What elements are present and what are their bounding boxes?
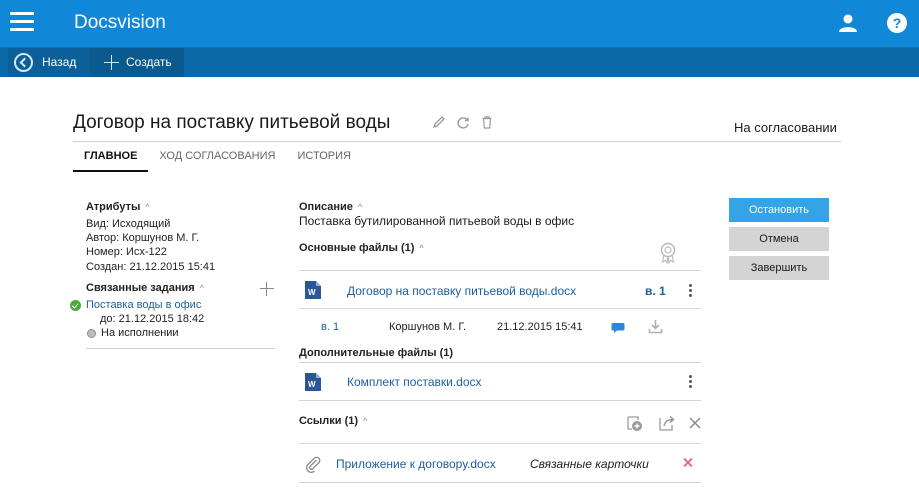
word-file-icon: W [305, 373, 321, 391]
task-link[interactable]: Поставка воды в офис [86, 299, 201, 311]
plus-icon [104, 55, 119, 70]
word-file-icon: W [305, 281, 321, 299]
tab-approval-progress[interactable]: Ход согласования [148, 142, 286, 172]
svg-text:W: W [308, 288, 316, 297]
chevron-up-icon[interactable]: ^ [363, 416, 367, 426]
tab-bar: Главное Ход согласования История [73, 142, 362, 172]
description-heading-label: Описание [299, 201, 353, 213]
status-badge: На согласовании [734, 120, 837, 135]
version-link[interactable]: в. 1 [321, 321, 339, 333]
left-divider [86, 348, 275, 349]
delete-icon[interactable] [480, 115, 494, 129]
links-heading-label: Ссылки (1) [299, 415, 359, 427]
user-icon[interactable] [838, 13, 858, 33]
add-task-icon[interactable] [260, 282, 274, 296]
attributes-list: Вид: Исходящий Автор: Коршунов М. Г. Ном… [86, 217, 215, 274]
divider [299, 362, 701, 363]
chevron-up-icon[interactable]: ^ [419, 243, 423, 253]
stop-button[interactable]: Остановить [729, 198, 829, 222]
more-vert-icon[interactable] [687, 375, 693, 391]
close-icon[interactable] [686, 414, 704, 432]
finish-button[interactable]: Завершить [729, 256, 829, 280]
additional-files-heading: Дополнительные файлы (1) [299, 347, 454, 359]
remove-link-icon[interactable] [683, 458, 693, 468]
divider [299, 443, 701, 444]
attribute-number: Номер: Исх-122 [86, 246, 167, 259]
add-link-icon[interactable] [625, 414, 643, 432]
divider [299, 482, 701, 483]
sign-icon[interactable] [659, 242, 677, 264]
main-file-link[interactable]: Договор на поставку питьевой воды.docx [347, 284, 576, 298]
title-actions [432, 115, 494, 129]
app-title[interactable]: Docsvision [74, 12, 166, 34]
divider [299, 400, 701, 401]
attributes-heading[interactable]: Атрибуты ^ [86, 201, 150, 213]
description-heading[interactable]: Описание ^ [299, 201, 362, 213]
version-date: 21.12.2015 15:41 [497, 321, 583, 333]
related-tasks-heading[interactable]: Связанные задания ^ [86, 282, 204, 294]
svg-text:W: W [308, 380, 316, 389]
version-author: Коршунов М. Г. [389, 321, 467, 333]
refresh-icon[interactable] [456, 115, 470, 129]
toolbar: Назад Создать [0, 48, 919, 77]
chevron-up-icon[interactable]: ^ [200, 283, 204, 293]
download-icon[interactable] [648, 319, 663, 334]
attribute-kind: Вид: Исходящий [86, 218, 171, 230]
share-icon[interactable] [658, 414, 676, 432]
attribute-created: Создан: 21.12.2015 15:41 [86, 260, 216, 273]
main-file-version[interactable]: в. 1 [645, 284, 666, 298]
help-icon[interactable]: ? [887, 13, 907, 33]
tab-main[interactable]: Главное [73, 142, 149, 172]
attributes-heading-label: Атрибуты [86, 201, 141, 213]
task-due-date: до: 21.12.2015 18:42 [100, 313, 205, 325]
divider [299, 270, 701, 271]
edit-icon[interactable] [432, 115, 446, 129]
link-item[interactable]: Приложение к договору.docx [336, 457, 496, 471]
tab-history[interactable]: История [286, 142, 361, 172]
cancel-button[interactable]: Отмена [729, 227, 829, 251]
paperclip-icon [305, 456, 321, 473]
back-button[interactable]: Назад [8, 48, 90, 77]
attribute-author: Автор: Коршунов М. Г. [86, 232, 200, 245]
page-title: Договор на поставку питьевой воды [73, 112, 391, 133]
task-done-icon [70, 300, 81, 311]
back-button-label: Назад [42, 55, 77, 69]
menu-icon[interactable] [10, 12, 34, 32]
task-state: На исполнении [101, 327, 179, 339]
task-state-icon [87, 329, 96, 338]
divider [299, 308, 701, 309]
app-header: Docsvision ? [0, 0, 919, 48]
main-files-heading[interactable]: Основные файлы (1) ^ [299, 242, 424, 254]
more-vert-icon[interactable] [687, 284, 693, 300]
create-button[interactable]: Создать [90, 48, 184, 77]
back-arrow-icon [14, 53, 33, 72]
chevron-up-icon[interactable]: ^ [358, 202, 362, 212]
main-files-heading-label: Основные файлы (1) [299, 242, 415, 254]
links-heading[interactable]: Ссылки (1) ^ [299, 415, 367, 427]
comment-icon[interactable] [611, 322, 625, 334]
related-tasks-heading-label: Связанные задания [86, 282, 195, 294]
description-text: Поставка бутилированной питьевой воды в … [299, 214, 575, 228]
create-button-label: Создать [126, 55, 172, 69]
link-type: Связанные карточки [530, 457, 649, 471]
chevron-up-icon[interactable]: ^ [145, 202, 149, 212]
additional-file-link[interactable]: Комплект поставки.docx [347, 375, 482, 389]
